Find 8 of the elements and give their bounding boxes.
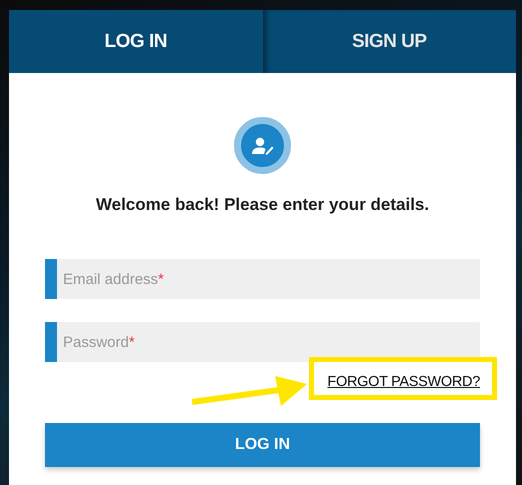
input-field[interactable]: Email address* — [45, 259, 480, 299]
tab[interactable]: SIGN UP — [262, 10, 516, 73]
login-button[interactable]: LOG IN — [45, 423, 480, 467]
forgot-password-link[interactable]: FORGOT PASSWORD? — [327, 374, 480, 390]
placeholder-text: Email address* — [63, 270, 164, 288]
welcome-heading: Welcome back! Please enter your details. — [96, 195, 430, 215]
placeholder-text: Password* — [63, 334, 135, 350]
input-field[interactable]: Password* — [45, 322, 480, 362]
